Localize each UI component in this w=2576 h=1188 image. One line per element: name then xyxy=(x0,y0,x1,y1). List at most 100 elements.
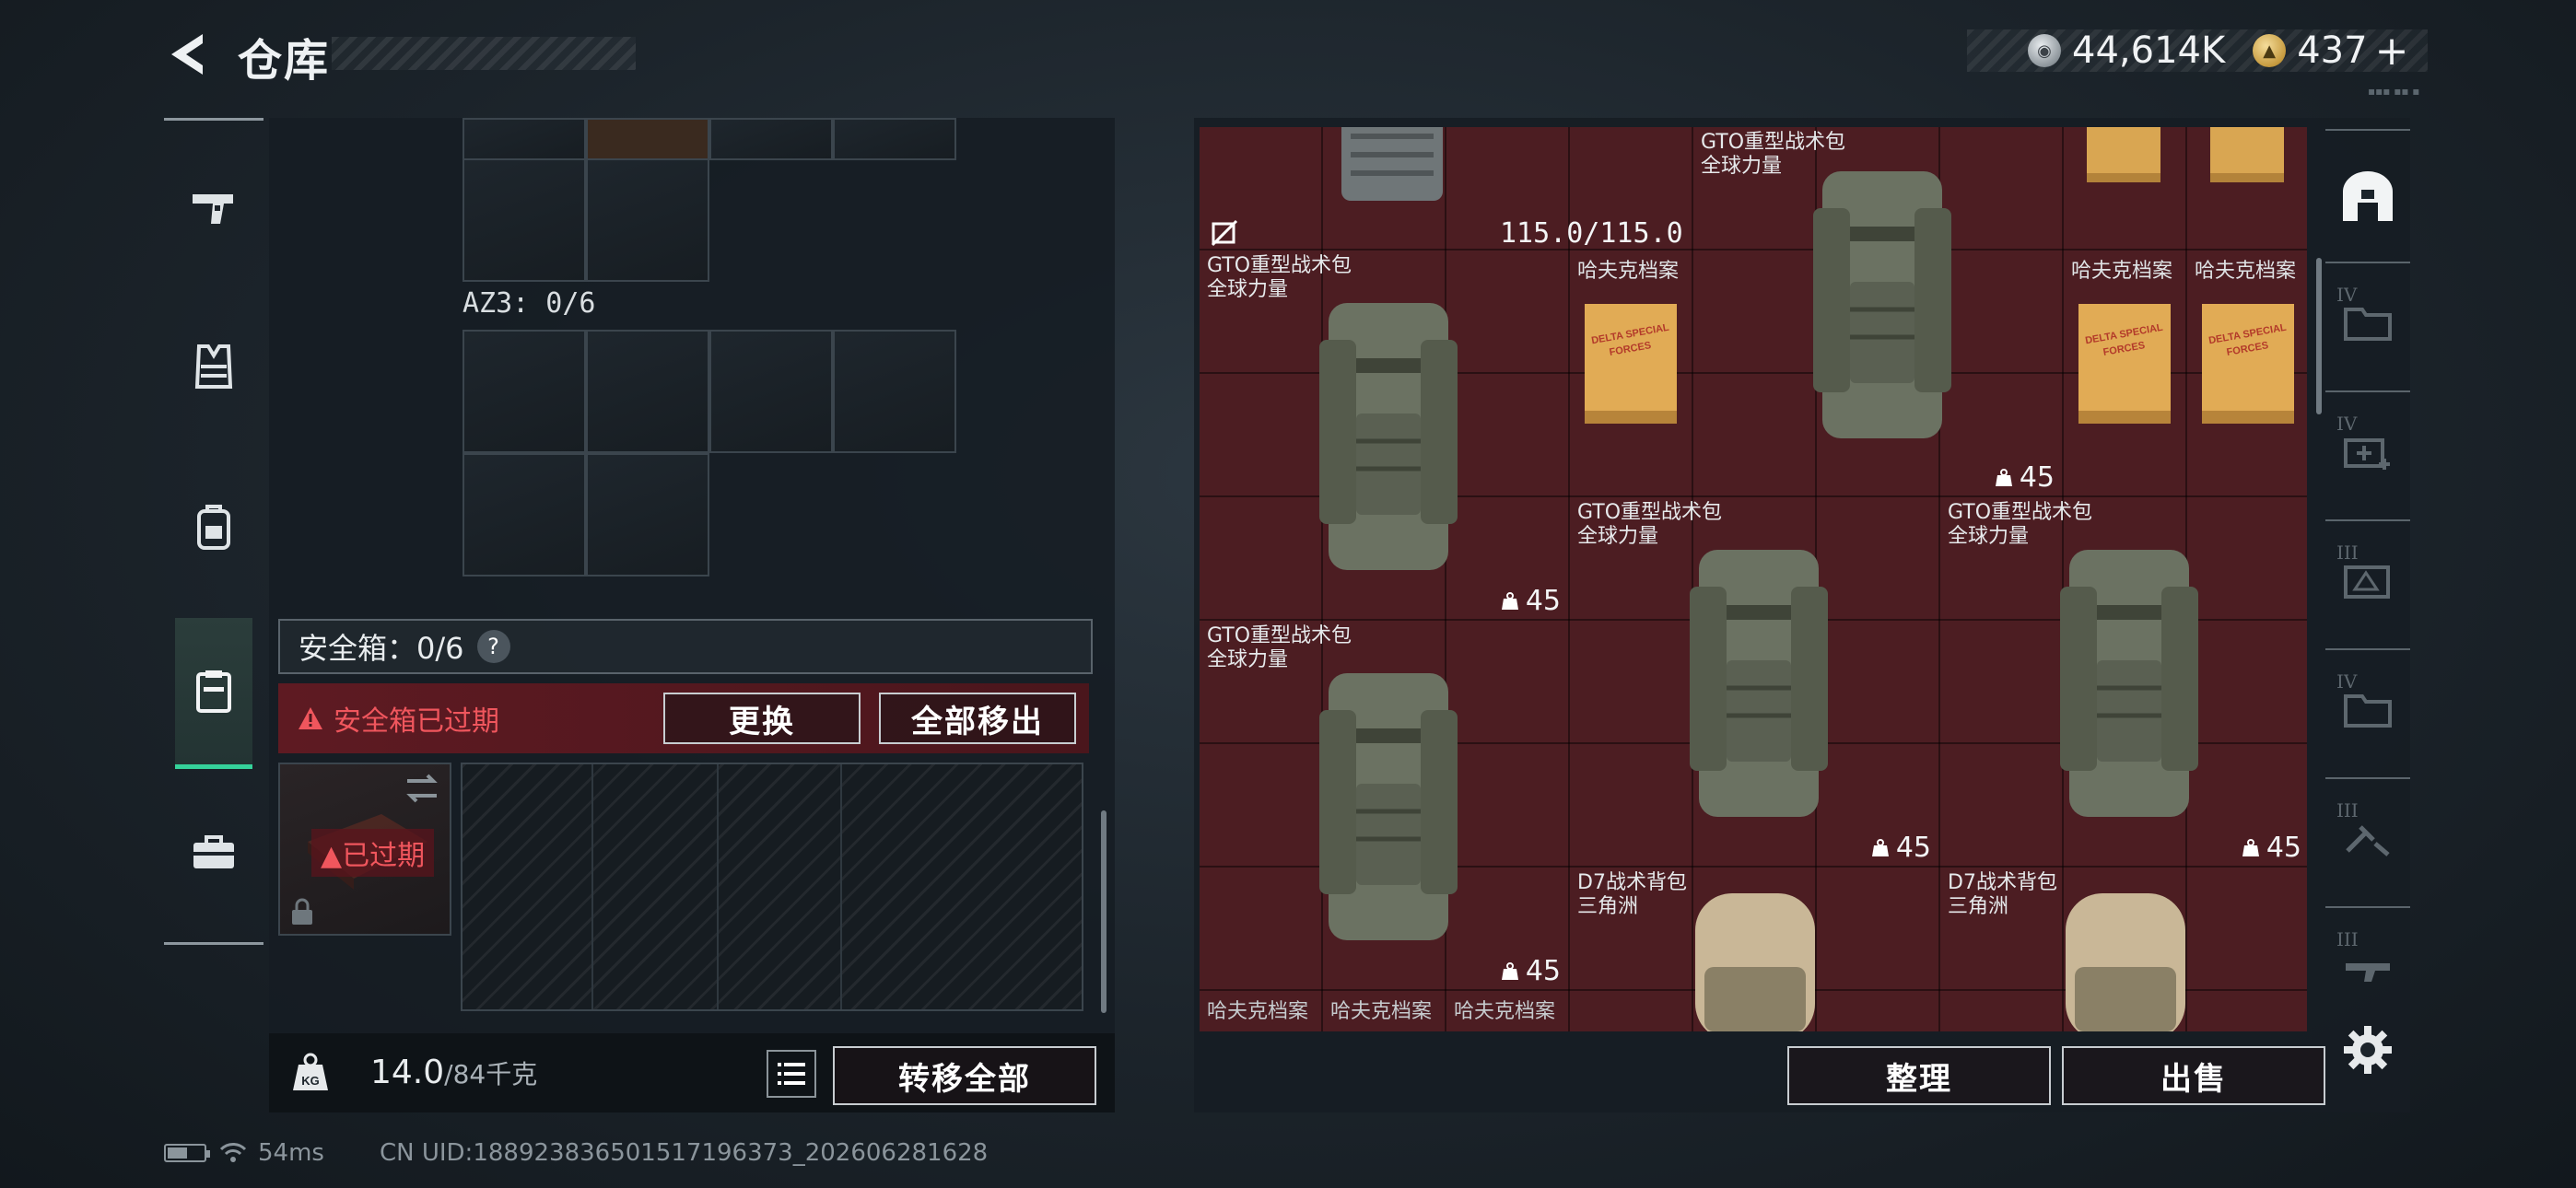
backpack-item[interactable]: GTO重型战术包 全球力量 45 xyxy=(1570,497,1940,868)
tier-label: IV xyxy=(2336,413,2358,435)
list-view-button[interactable] xyxy=(767,1050,816,1098)
list-icon xyxy=(778,1063,805,1085)
back-arrow-icon xyxy=(171,34,203,75)
file-image xyxy=(2087,127,2160,182)
stash-home-button[interactable] xyxy=(2331,151,2405,243)
gto-backpack-image xyxy=(1319,673,1458,940)
back-button[interactable] xyxy=(164,28,210,81)
file-name: 哈夫克档案 xyxy=(2071,260,2173,283)
stash-category-rail: IV IV III IV III III xyxy=(2322,129,2410,1013)
backpack-item[interactable]: GTO重型战术包 全球力量 45 xyxy=(1693,127,2064,497)
gold-coin-icon: ▲ xyxy=(2253,34,2287,67)
file-item[interactable] xyxy=(2064,127,2187,250)
az3-slot[interactable] xyxy=(833,330,956,453)
case-expired-badge: ▲已过期 xyxy=(311,829,435,877)
file-item[interactable] xyxy=(2187,127,2307,250)
weapon-tier-icon xyxy=(2346,963,2390,982)
svg-text:KG: KG xyxy=(301,1074,320,1088)
az3-capacity-label: AZ3: 0/6 xyxy=(463,287,596,320)
stash-tier-button[interactable]: IV xyxy=(2331,276,2405,368)
inventory-slot[interactable] xyxy=(709,118,833,160)
grid-divider xyxy=(717,764,719,1009)
category-rail xyxy=(164,118,263,945)
file-item[interactable]: 哈夫克档案 DELTA SPECIAL FORCES xyxy=(2064,250,2187,497)
backpack-item[interactable]: GTO重型战术包 全球力量 45 xyxy=(1200,621,1570,991)
divider xyxy=(2325,906,2410,908)
file-item[interactable]: 哈夫克档案 DELTA SPECIAL FORCES xyxy=(2187,250,2307,497)
gold-currency-value: 437 xyxy=(2297,29,2368,72)
backpack-item[interactable]: GTO重型战术包 全球力量 45 xyxy=(1200,250,1570,621)
stash-tier-button[interactable]: IV xyxy=(2331,405,2405,497)
d7-backpack-image xyxy=(1695,893,1815,1031)
settings-button[interactable] xyxy=(2340,1022,2395,1077)
tier-label: III xyxy=(2336,799,2359,821)
inventory-slot[interactable] xyxy=(833,118,956,160)
gto-backpack-image xyxy=(1813,171,1951,438)
warning-icon xyxy=(299,707,322,729)
lock-icon xyxy=(292,898,312,925)
inventory-slot[interactable] xyxy=(463,118,586,160)
inventory-slot[interactable] xyxy=(586,158,709,282)
item-count: 45 xyxy=(1500,585,1561,617)
stash-tier-button[interactable]: IV xyxy=(2331,663,2405,755)
remove-all-button[interactable]: 全部移出 xyxy=(879,693,1076,744)
file-item-label[interactable]: 哈夫克档案 xyxy=(1330,995,1432,1024)
d7-backpack-image xyxy=(2066,893,2185,1031)
az3-slot[interactable] xyxy=(709,330,833,453)
uid-readout: CN UID:18892383650151719637​3_2026062816… xyxy=(379,1139,989,1167)
file-image: DELTA SPECIAL FORCES xyxy=(1585,304,1677,424)
stash-grid[interactable]: 115.0/115.0 GTO重型战术包 全球力量 45 哈夫克档案 DELTA … xyxy=(1200,127,2307,1031)
page-title: 仓库 xyxy=(238,35,331,87)
backpack-item[interactable]: D7战术背包 三角洲 xyxy=(1570,868,1940,1031)
add-currency-button[interactable]: + xyxy=(2375,28,2409,75)
replace-button[interactable]: 更换 xyxy=(663,693,861,744)
tier-label: III xyxy=(2336,542,2359,564)
stash-tier-button[interactable]: III xyxy=(2331,534,2405,626)
inventory-slot[interactable] xyxy=(463,158,586,282)
header-decoration xyxy=(332,37,636,70)
sort-button[interactable]: 整理 xyxy=(1787,1046,2051,1105)
weight-icon xyxy=(2242,838,2259,856)
weight-readout: 14.0/84千克 xyxy=(370,1054,537,1091)
gto-backpack-image xyxy=(1319,303,1458,570)
rail-vest-button[interactable] xyxy=(175,329,252,406)
item-name: D7战术背包 三角洲 xyxy=(1577,871,1687,918)
backpack-item[interactable]: GTO重型战术包 全球力量 45 xyxy=(1940,497,2307,868)
left-scrollbar[interactable] xyxy=(1101,810,1107,1013)
sell-button[interactable]: 出售 xyxy=(2062,1046,2325,1105)
currency-display: ◉ 44,614K ▲ 437 + xyxy=(1967,28,2428,75)
rail-secure-container-button[interactable] xyxy=(175,618,252,769)
az3-slot[interactable] xyxy=(463,453,586,577)
file-item[interactable]: 哈夫克档案 DELTA SPECIAL FORCES xyxy=(1570,250,1693,497)
folder-tier-icon xyxy=(2344,694,2392,728)
rail-weapon-button[interactable] xyxy=(175,169,252,246)
warning-icon: ▲ xyxy=(321,840,343,872)
az3-slot[interactable] xyxy=(586,453,709,577)
az3-slot[interactable] xyxy=(463,330,586,453)
file-image xyxy=(2210,127,2284,182)
silver-currency: ◉ 44,614K xyxy=(2028,29,2225,72)
case-expired-text: 已过期 xyxy=(342,840,426,872)
rail-backpack-button[interactable] xyxy=(175,489,252,566)
item-count: 45 xyxy=(1870,832,1931,864)
transfer-all-button[interactable]: 转移全部 xyxy=(833,1046,1096,1105)
battery-icon xyxy=(164,1144,210,1162)
safebox-grid[interactable] xyxy=(461,763,1083,1011)
help-button[interactable]: ? xyxy=(476,630,510,663)
backpack-item[interactable]: D7战术背包 三角洲 xyxy=(1940,868,2307,1031)
weight-icon xyxy=(1501,591,1518,610)
stash-tier-button[interactable]: III xyxy=(2331,792,2405,884)
secure-container-icon xyxy=(196,670,231,713)
az3-slot[interactable] xyxy=(586,330,709,453)
expired-notice-text: 安全箱已过期 xyxy=(334,705,499,738)
rail-toolbox-button[interactable] xyxy=(175,813,252,891)
inventory-slot[interactable] xyxy=(586,118,709,160)
file-item-label[interactable]: 哈夫克档案 xyxy=(1207,995,1308,1024)
ammo-tier-icon xyxy=(2344,565,2390,599)
gear-icon xyxy=(2344,1026,2392,1074)
stash-tier-button[interactable]: III xyxy=(2331,921,2405,1013)
safebox-header: 安全箱：0/6 ? xyxy=(278,619,1093,674)
divider xyxy=(2325,519,2410,521)
file-item-label[interactable]: 哈夫克档案 xyxy=(1454,995,1555,1024)
gold-currency[interactable]: ▲ 437 + xyxy=(2253,28,2408,75)
